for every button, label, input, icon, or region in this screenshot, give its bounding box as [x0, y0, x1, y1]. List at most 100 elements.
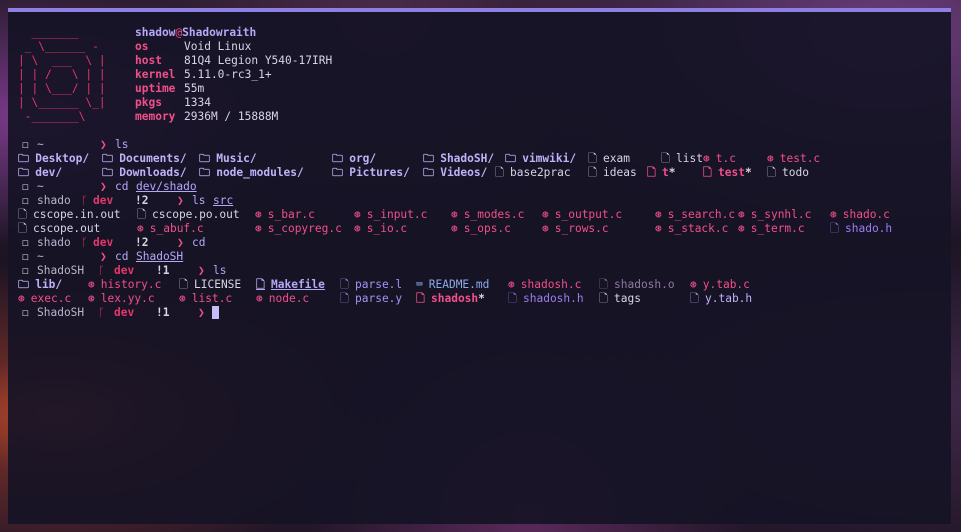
system-fetch: _______ shadow@Shadowraith _ \______ - o… — [18, 26, 941, 124]
ls-entry-name: cscope.po.out — [152, 208, 240, 221]
prompt-cwd: ShadoSH — [37, 306, 85, 319]
file-icon: 🗋 — [588, 166, 597, 179]
ls-entry-name: s_rows.c — [554, 222, 609, 235]
c-file-icon: ⊛ — [542, 208, 549, 221]
c-file-icon: ⊛ — [738, 222, 745, 235]
c-file-icon: ⊛ — [255, 222, 262, 235]
ls-entry: 🗀 Desktop/ — [18, 152, 89, 166]
ls-entry-name: base2prac — [510, 166, 571, 179]
git-branch-icon: ᚴ — [98, 306, 105, 319]
ls-entry-name: tags — [614, 292, 641, 305]
prompt-cwd: ~ — [37, 250, 44, 263]
terminal-window[interactable]: _______ shadow@Shadowraith _ \______ - o… — [8, 8, 951, 524]
prompt-command: cd — [115, 250, 129, 263]
ls-entry-name: t.c — [715, 152, 736, 165]
ls-entry-name: y.tab.c — [702, 278, 750, 291]
folder-icon: 🗀 — [423, 166, 435, 179]
prompt-line: ◻ ~ ❯ cd ShadoSH — [18, 250, 941, 264]
ls-entry-name: Pictures/ — [349, 166, 410, 179]
git-status: !2 — [135, 194, 149, 207]
file-icon: 🗋 — [179, 278, 188, 291]
terminal-body[interactable]: _______ shadow@Shadowraith _ \______ - o… — [18, 26, 941, 320]
folder-icon: 🗀 — [332, 166, 344, 179]
ls-entry-name: ideas — [603, 166, 637, 179]
ls-entry: 🗋 base2prac — [495, 166, 571, 180]
ls-entry: 🗋 shadosh.o — [599, 278, 675, 292]
ls-entry-name: s_term.c — [750, 222, 805, 235]
ascii-art-line: _______ — [18, 26, 79, 39]
ls-entry: ⊛ s_input.c — [354, 208, 427, 222]
folder-icon: 🗀 — [199, 166, 211, 179]
prompt-line: ◻ shado ᚴ dev !2 ❯ cd — [18, 236, 941, 250]
ls-entry-name: test — [718, 166, 745, 179]
prompt-cwd: shado — [37, 194, 71, 207]
ls-entry-name: shadosh.h — [523, 292, 584, 305]
ls-entry: 🗋 parse.y — [340, 292, 402, 306]
file-icon: 🗋 — [256, 278, 265, 291]
prompt-icon: ◻ — [22, 264, 29, 277]
ascii-art-line: | | / \ | | — [18, 68, 106, 81]
ascii-art-line: -_______\ — [18, 110, 86, 123]
ls-entry: ⊛ y.tab.c — [690, 278, 750, 292]
fetch-value-memory: 2936M / 15888M — [184, 110, 279, 123]
ls-entry: 🗋 LICENSE — [179, 278, 241, 292]
file-icon: 🗋 — [340, 278, 349, 291]
folder-icon: 🗀 — [199, 152, 211, 165]
prompt-cwd: ~ — [37, 138, 44, 151]
ls-entry-name: y.tab.h — [705, 292, 753, 305]
folder-icon: 🗀 — [18, 278, 30, 291]
ls-entry-name: t — [662, 166, 669, 179]
ascii-art-line: _ \______ - — [18, 40, 99, 53]
ls-entry: 🗀 Videos/ — [423, 166, 487, 180]
ls-entry: ⊛ exec.c — [18, 292, 71, 306]
prompt-line-active[interactable]: ◻ ShadoSH ᚴ dev !1 ❯ — [18, 306, 941, 320]
ls-entry-name: Music/ — [216, 152, 257, 165]
fetch-line: | | / \ | | kernel 5.11.0-rc3_1+ — [18, 68, 941, 82]
ls-entry-name: org/ — [349, 152, 377, 165]
ls-entry-name: node_modules/ — [216, 166, 304, 179]
ls-entry: 🗋 list — [661, 152, 703, 166]
fetch-value-os: Void Linux — [184, 40, 252, 53]
ls-entry: ⊛ t.c — [703, 152, 736, 166]
ls-entry: 🗀 dev/ — [18, 166, 62, 180]
prompt-argument: dev/shado — [136, 180, 197, 193]
c-file-icon: ⊛ — [508, 278, 515, 291]
prompt-icon: ◻ — [22, 180, 29, 193]
ls-entry: ⊛ s_copyreg.c — [255, 222, 342, 236]
c-file-icon: ⊛ — [690, 278, 697, 291]
ls-entry: ⊛ s_search.c — [655, 208, 735, 222]
prompt-arrow-icon: ❯ — [100, 250, 107, 263]
prompt-cwd: ShadoSH — [37, 264, 85, 277]
ls-entry-name: lib/ — [35, 278, 63, 291]
ls-entry: 🗋 parse.l — [340, 278, 402, 292]
file-icon: 🗋 — [18, 222, 27, 235]
ls-entry: ⌨ README.md — [416, 278, 489, 292]
file-icon: 🗋 — [340, 292, 349, 305]
fetch-line: | | \___/ | | uptime 55m — [18, 82, 941, 96]
ls-entry: ⊛ s_term.c — [738, 222, 805, 236]
prompt-line: ◻ ShadoSH ᚴ dev !1 ❯ ls — [18, 264, 941, 278]
c-file-icon: ⊛ — [179, 292, 186, 305]
ls-entry-name: s_ops.c — [463, 222, 511, 235]
ls-entry: ⊛ s_synhl.c — [738, 208, 811, 222]
c-file-icon: ⊛ — [255, 208, 262, 221]
file-icon: 🗋 — [703, 166, 712, 179]
fetch-line: | \ ___ \ | host 81Q4 Legion Y540-17IRH — [18, 54, 941, 68]
ls-entry: 🗋 cscope.po.out — [137, 208, 240, 222]
ls-entry: ⊛ shadosh.c — [508, 278, 581, 292]
command-input[interactable] — [212, 306, 219, 321]
ls-entry: ⊛ s_bar.c — [255, 208, 315, 222]
file-icon: 🗋 — [508, 292, 517, 305]
ls-entry: 🗋 exam — [588, 152, 630, 166]
file-icon: 🗋 — [137, 208, 146, 221]
c-file-icon: ⊛ — [88, 278, 95, 291]
ls-entry: ⊛ s_stack.c — [655, 222, 728, 236]
prompt-icon: ◻ — [22, 138, 29, 151]
fetch-value-uptime: 55m — [184, 82, 205, 95]
file-icon: 🗋 — [18, 208, 27, 221]
prompt-arrow-icon: ❯ — [100, 138, 107, 151]
folder-icon: 🗀 — [332, 152, 344, 165]
fetch-value-host: 81Q4 Legion Y540-17IRH — [184, 54, 333, 67]
ls-entry-name: vimwiki/ — [522, 152, 577, 165]
git-branch-icon: ᚴ — [98, 264, 105, 277]
